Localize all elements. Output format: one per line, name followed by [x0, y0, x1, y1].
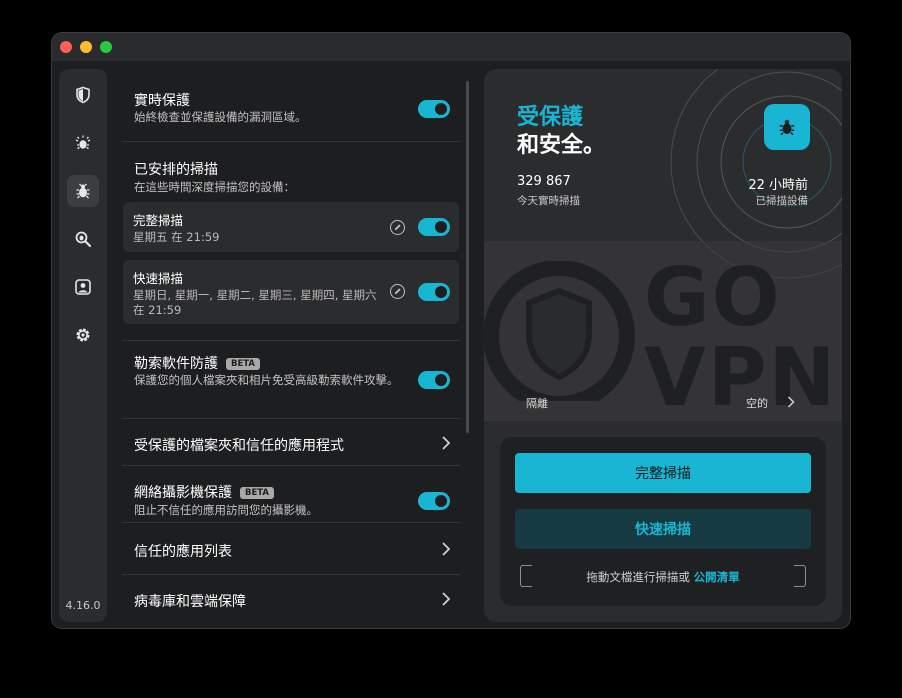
scheduled-quick-scan-title: 快速掃描 — [133, 271, 184, 286]
last-scan-label: 已掃描設備 — [755, 195, 809, 207]
quarantine-chevron-icon[interactable] — [786, 395, 796, 409]
open-list-link[interactable]: 公開清單 — [694, 570, 740, 584]
scheduled-quick-scan-card: 快速掃描 星期日, 星期一, 星期二, 星期三, 星期四, 星期六 在 21:5… — [123, 260, 459, 324]
minimize-window-button[interactable] — [80, 41, 92, 53]
watermark-shield-logo — [484, 261, 635, 401]
close-window-button[interactable] — [60, 41, 72, 53]
virus-db-row[interactable]: 病毒庫和雲端保障 — [122, 575, 460, 625]
sidebar: 4.16.0 — [59, 69, 107, 622]
chevron-right-icon — [442, 436, 451, 450]
protected-folders-title: 受保護的檔案夾和信任的應用程式 — [134, 438, 344, 454]
drop-zone-text: 拖動文檔進行掃描或 公開清單 — [520, 569, 806, 585]
ransomware-protection-label: 勒索軟件防護 — [134, 356, 218, 372]
full-scan-schedule-toggle[interactable] — [418, 218, 450, 236]
quarantine-value: 空的 — [746, 397, 768, 410]
edit-quick-scan-button[interactable] — [390, 284, 405, 299]
beta-badge: BETA — [226, 358, 261, 370]
gear-icon — [76, 328, 90, 342]
status-panel: 受保護 和安全。 329 867 今天實時掃描 22 小時前 已掃描設備 GO … — [484, 69, 842, 622]
virus-db-title: 病毒庫和雲端保障 — [134, 594, 246, 610]
webcam-protection-desc: 阻止不信任的應用訪問您的攝影機。 — [134, 503, 318, 517]
title-bar — [52, 33, 850, 61]
ransomware-protection-title: 勒索軟件防護 BETA — [134, 353, 261, 373]
bug-icon — [76, 183, 90, 199]
nav-threat-search[interactable] — [67, 223, 99, 255]
nav-account[interactable] — [67, 271, 99, 303]
scan-settings-list: 實時保護 始終檢查並保護設備的漏洞區域。 已安排的掃描 在這些時間深度掃描您的設… — [122, 77, 460, 625]
quick-scan-button[interactable]: 快速掃描 — [515, 509, 811, 549]
nav-protection[interactable] — [67, 79, 99, 111]
account-icon — [75, 279, 91, 295]
realtime-protection-title: 實時保護 — [134, 93, 190, 109]
realtime-protection-toggle[interactable] — [418, 100, 450, 118]
watermark: GO VPN — [484, 241, 842, 424]
webcam-protection-toggle[interactable] — [418, 492, 450, 510]
status-heading-safe: 和安全。 — [517, 133, 606, 158]
scan-actions-panel: 完整掃描 快速掃描 拖動文檔進行掃描或 公開清單 — [500, 437, 826, 606]
file-drop-zone[interactable]: 拖動文檔進行掃描或 公開清單 — [520, 565, 806, 589]
search-bug-icon — [75, 231, 92, 248]
watermark-text: VPN — [644, 331, 838, 424]
scheduled-scans-title: 已安排的掃描 — [134, 162, 218, 178]
nav-scan[interactable] — [67, 175, 99, 207]
protected-status-badge — [764, 104, 810, 150]
scheduled-full-scan-card: 完整掃描 星期五 在 21:59 — [123, 202, 459, 252]
trusted-apps-title: 信任的應用列表 — [134, 544, 232, 560]
quick-scan-schedule-toggle[interactable] — [418, 283, 450, 301]
chevron-right-icon — [442, 542, 451, 556]
edit-full-scan-button[interactable] — [390, 220, 405, 235]
ransomware-protection-desc: 保護您的個人檔案夾和相片免受高級勒索軟件攻擊。 — [134, 373, 399, 387]
nav-realtime-alerts[interactable] — [67, 127, 99, 159]
beta-badge: BETA — [240, 487, 275, 499]
full-scan-button[interactable]: 完整掃描 — [515, 453, 811, 493]
pencil-icon — [394, 288, 401, 295]
realtime-scan-label: 今天實時掃描 — [517, 195, 580, 207]
nav-settings[interactable] — [67, 319, 99, 351]
scheduled-full-scan-title: 完整掃描 — [133, 213, 184, 228]
divider — [122, 465, 460, 466]
scheduled-full-scan-time: 星期五 在 21:59 — [133, 230, 220, 244]
webcam-protection-label: 網絡攝影機保護 — [134, 485, 232, 501]
last-scan-time: 22 小時前 — [748, 178, 808, 193]
quarantine-label: 隔離 — [526, 397, 548, 410]
pencil-icon — [394, 224, 401, 231]
zoom-window-button[interactable] — [100, 41, 112, 53]
app-window: 4.16.0 實時保護 始終檢查並保護設備的漏洞區域。 已安排的掃描 在這些時間… — [52, 33, 850, 628]
alarm-bug-icon — [75, 135, 91, 150]
ransomware-protection-toggle[interactable] — [418, 371, 450, 389]
chevron-right-icon — [442, 592, 451, 606]
app-version: 4.16.0 — [65, 599, 101, 612]
trusted-apps-row[interactable]: 信任的應用列表 — [122, 523, 460, 573]
divider — [122, 340, 460, 341]
protected-folders-row[interactable]: 受保護的檔案夾和信任的應用程式 — [122, 419, 460, 465]
webcam-protection-title: 網絡攝影機保護 BETA — [134, 482, 275, 502]
shield-icon — [76, 86, 90, 104]
scheduled-quick-scan-time: 星期日, 星期一, 星期二, 星期三, 星期四, 星期六 在 21:59 — [133, 288, 377, 317]
divider — [122, 141, 460, 142]
settings-scrollbar[interactable] — [466, 81, 469, 433]
drop-instruction: 拖動文檔進行掃描或 — [586, 570, 694, 584]
realtime-protection-desc: 始終檢查並保護設備的漏洞區域。 — [134, 110, 307, 124]
scheduled-scans-desc: 在這些時間深度掃描您的設備： — [134, 180, 295, 194]
bug-icon — [779, 119, 795, 136]
realtime-scan-count: 329 867 — [517, 174, 571, 189]
